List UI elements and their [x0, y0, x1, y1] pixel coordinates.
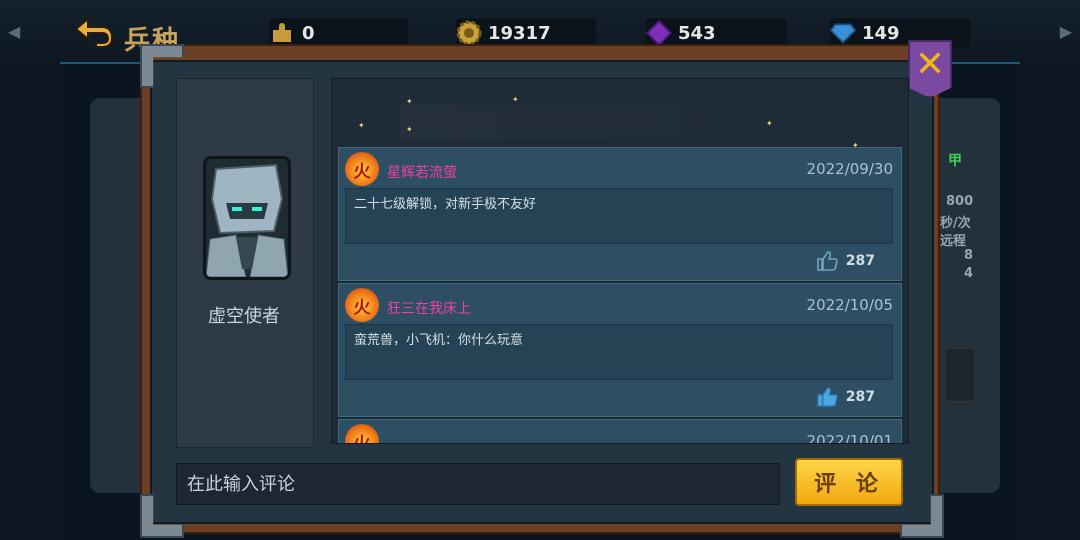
comment-username[interactable]: 星辉若流萤	[387, 162, 457, 182]
list-header-banner	[400, 105, 760, 139]
stat-value: 远程	[940, 234, 967, 249]
right-edge-strip	[1020, 62, 1080, 540]
sparkle-icon: ✦	[406, 97, 413, 106]
fire-badge-icon: 火	[345, 424, 379, 443]
like-button[interactable]: 287	[816, 250, 875, 272]
fire-badge-icon: 火	[345, 288, 379, 322]
background-slot	[945, 348, 975, 402]
unit-name: 虚空使者	[208, 306, 280, 327]
thumbs-up-filled-icon	[817, 387, 838, 407]
comment-text: 蛮荒兽，小飞机：你什么玩意	[354, 333, 524, 348]
left-edge-strip	[0, 62, 60, 540]
sparkle-icon: ✦	[406, 125, 413, 134]
comment-body: 蛮荒兽，小飞机：你什么玩意	[345, 324, 893, 380]
resource-value: 543	[678, 22, 716, 44]
close-icon: ✕	[914, 44, 946, 85]
purple-crystal-icon	[646, 20, 672, 46]
stat-value: 4	[964, 266, 974, 281]
like-button[interactable]: 287	[816, 386, 875, 408]
stat-value: 800	[946, 194, 974, 209]
resource-value: 0	[302, 22, 315, 44]
close-button[interactable]: ✕	[908, 40, 952, 98]
gear-coin-icon	[456, 20, 482, 46]
comment-date: 2022/09/30	[806, 160, 893, 178]
unit-portrait	[203, 156, 291, 280]
robot-portrait-icon	[206, 159, 288, 277]
like-count: 287	[845, 389, 875, 405]
stat-value: 秒/次	[940, 216, 971, 231]
submit-comment-button[interactable]: 评 论	[795, 458, 903, 506]
fire-badge-icon: 火	[345, 152, 379, 186]
comment-date: 2022/10/05	[806, 296, 893, 314]
comment-card: 火 狂三在我床上 2022/10/05 蛮荒兽，小飞机：你什么玩意 287	[338, 283, 902, 417]
comment-card: 火 2022/10/01	[338, 419, 902, 444]
back-arrow-icon	[74, 16, 114, 48]
comment-date: 2022/10/01	[806, 432, 893, 444]
comment-username[interactable]: 狂三在我床上	[387, 298, 471, 318]
sparkle-icon: ✦	[358, 121, 365, 130]
comment-text: 二十七级解锁，对新手极不友好	[354, 197, 537, 212]
thumbs-up-icon	[816, 251, 838, 271]
armor-type-label: 甲	[948, 153, 962, 169]
sparkle-icon: ✦	[512, 95, 519, 104]
resource-value: 19317	[488, 22, 551, 44]
left-arrow-icon[interactable]: ◀	[8, 22, 20, 41]
like-count: 287	[845, 253, 875, 269]
right-arrow-icon[interactable]: ▶	[1060, 22, 1072, 41]
back-button[interactable]	[70, 14, 118, 50]
resource-value: 149	[862, 22, 900, 44]
comment-body: 二十七级解锁，对新手极不友好	[345, 188, 893, 244]
comment-input[interactable]	[176, 463, 780, 505]
comment-list[interactable]: ✦ ✦ ✦ ✦ ✦ ✦ 火 星辉若流萤 2022/09/30 二十七级解锁，对新…	[331, 78, 909, 444]
comment-card: 火 星辉若流萤 2022/09/30 二十七级解锁，对新手极不友好 287	[338, 147, 902, 281]
puzzle-icon	[270, 21, 296, 45]
sparkle-icon: ✦	[766, 119, 773, 128]
blue-diamond-icon	[830, 21, 856, 45]
stat-value: 8	[964, 248, 974, 263]
